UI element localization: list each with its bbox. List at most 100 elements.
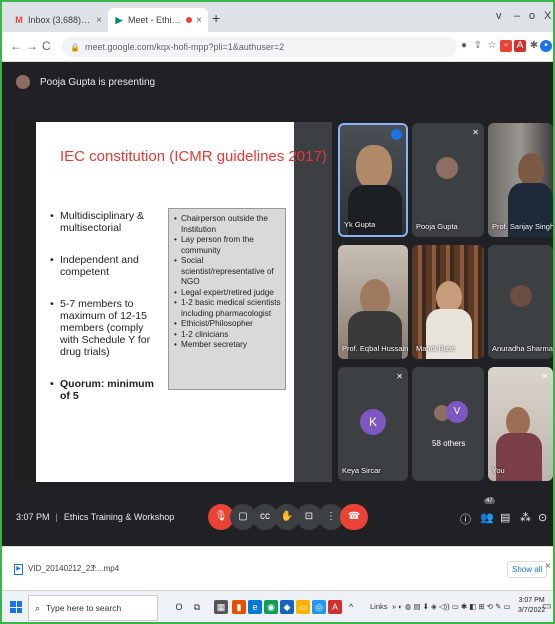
- download-file-name[interactable]: VID_20140212_23....mp4: [28, 564, 119, 573]
- cortana-icon[interactable]: O: [172, 600, 186, 614]
- participant-tile-eqbal-hussain[interactable]: Prof. Eqbal Hussain ...: [338, 245, 408, 359]
- participant-name: You: [492, 466, 505, 475]
- box-item: Chairperson outside the Institution: [173, 214, 281, 235]
- slide-bullet: Quorum: minimum of 5: [50, 378, 165, 402]
- participant-name: Prof. Eqbal Hussain ...: [342, 344, 408, 353]
- extension-icon[interactable]: ▫: [500, 40, 512, 52]
- participant-name: Anuradha Sharma (P...: [492, 344, 553, 353]
- slide-bullet-list: Multidisciplinary & multisectorial Indep…: [50, 210, 165, 422]
- tab-gmail[interactable]: M Inbox (3,688) - drpopli@jmi.ac.in ×: [8, 8, 108, 32]
- avatar: [510, 285, 532, 307]
- acrobat-icon[interactable]: A: [328, 600, 342, 614]
- close-tab-icon[interactable]: ×: [96, 15, 102, 26]
- box-item: Legal expert/retired judge: [173, 288, 281, 299]
- activities-icon[interactable]: ⁂: [520, 511, 531, 524]
- presenting-banner: Pooja Gupta is presenting: [2, 62, 553, 102]
- info-icon[interactable]: ⓘ: [460, 511, 471, 527]
- participant-face: [518, 153, 544, 187]
- notifications-icon[interactable]: ▭: [542, 601, 551, 612]
- taskbar-search-input[interactable]: ⌕ Type here to search: [28, 595, 158, 621]
- share-icon[interactable]: ⇪: [472, 40, 484, 52]
- participant-tile-sanjay-singh[interactable]: Prof. Sanjay Singh (...: [488, 123, 553, 237]
- slide-bullet: 5-7 members to maximum of 12-15 members …: [50, 298, 165, 358]
- camera-indicator-icon[interactable]: ●: [458, 40, 470, 52]
- file-explorer-icon[interactable]: ▭: [296, 600, 310, 614]
- recording-dot-icon: [186, 17, 193, 23]
- overflow-icon[interactable]: ^: [344, 600, 358, 614]
- back-icon[interactable]: ←: [10, 39, 22, 53]
- box-item: Social scientist/representative of NGO: [173, 256, 281, 288]
- pdf-extension-icon[interactable]: A: [514, 40, 526, 52]
- url-text: meet.google.com/kqx-hofi-mpp?pli=1&authu…: [84, 42, 285, 52]
- leave-call-button[interactable]: ☎: [340, 504, 368, 530]
- meet-icon: ▶: [115, 15, 123, 25]
- participant-tile-pooja-gupta[interactable]: ✕ Pooja Gupta: [412, 123, 484, 237]
- system-tray-icons[interactable]: » ◐ ◍ ▤ ⬇ ◈ ◁)) ▭ ✱ ◧ ⊞ ⟲ ✎ ▭: [392, 602, 511, 611]
- address-bar-row: ← → C 🔒 meet.google.com/kqx-hofi-mpp?pli…: [2, 32, 553, 62]
- chrome-icon[interactable]: ◉: [264, 600, 278, 614]
- meeting-info: 3:07 PM | Ethics Training & Workshop: [16, 512, 175, 522]
- presenter-avatar: [16, 75, 30, 89]
- speaking-indicator-icon: [391, 129, 402, 140]
- chat-icon[interactable]: ▤: [500, 511, 510, 524]
- new-tab-button[interactable]: +: [212, 10, 220, 26]
- minimize-button[interactable]: –: [514, 10, 520, 22]
- search-icon: ⌕: [35, 602, 41, 613]
- participant-suit: [348, 185, 402, 235]
- avatar: [436, 157, 458, 179]
- puzzle-extensions-icon[interactable]: ✱: [528, 40, 540, 52]
- participant-face: [356, 145, 392, 189]
- restore-button[interactable]: o: [529, 10, 535, 22]
- participant-tile-others[interactable]: V 58 others: [412, 367, 484, 481]
- avatar: K: [360, 409, 386, 435]
- meet-control-bar: 3:07 PM | Ethics Training & Workshop 🎙 ▢ c…: [2, 492, 553, 546]
- tab-meet[interactable]: ▶ Meet - Ethics Training & Wo ×: [108, 8, 208, 32]
- tab-gmail-label: Inbox (3,688) - drpopli@jmi.ac.in: [28, 15, 92, 25]
- windows-start-icon[interactable]: [10, 601, 22, 613]
- meeting-time: 3:07 PM: [16, 512, 50, 522]
- people-icon[interactable]: 👥: [480, 511, 494, 524]
- avatar: V: [446, 401, 468, 423]
- app-icon[interactable]: e: [248, 600, 262, 614]
- host-controls-icon[interactable]: ⊙: [538, 511, 547, 524]
- meeting-name: Ethics Training & Workshop: [63, 512, 175, 522]
- app-icon[interactable]: ▮: [232, 600, 246, 614]
- participant-tile-mahdi-rizvi[interactable]: Mahdi Rizvi: [412, 245, 484, 359]
- participant-tile-anuradha-sharma[interactable]: Anuradha Sharma (P...: [488, 245, 553, 359]
- windows-taskbar: ⌕ Type here to search O ⧉ ▦ ▮ e ◉ ◆ ▭ ◎ …: [2, 590, 553, 622]
- mic-muted-icon: ✕: [396, 372, 403, 381]
- links-toolbar[interactable]: Links: [370, 602, 388, 611]
- app-icon[interactable]: ◎: [312, 600, 326, 614]
- participant-name: Pooja Gupta: [416, 222, 458, 231]
- video-file-icon: ▶: [14, 564, 23, 575]
- participant-tile-you[interactable]: ✕ You: [488, 367, 553, 481]
- close-window-button[interactable]: X: [544, 10, 551, 22]
- download-shelf: ▶ VID_20140212_23....mp4 ^ Show all ×: [2, 546, 553, 590]
- tab-search-icon[interactable]: v: [496, 10, 502, 22]
- chevron-up-icon[interactable]: ^: [92, 563, 96, 573]
- participant-count-badge: 47: [484, 498, 495, 504]
- app-icon[interactable]: ▦: [214, 600, 228, 614]
- others-count: 58 others: [432, 439, 466, 448]
- close-shelf-icon[interactable]: ×: [545, 561, 551, 572]
- participant-name: Mahdi Rizvi: [416, 344, 455, 353]
- app-icon[interactable]: ◆: [280, 600, 294, 614]
- profile-avatar[interactable]: •: [540, 40, 552, 52]
- task-view-icon[interactable]: ⧉: [190, 600, 204, 614]
- tab-meet-label: Meet - Ethics Training & Wo: [128, 15, 183, 25]
- url-field[interactable]: 🔒 meet.google.com/kqx-hofi-mpp?pli=1&aut…: [62, 37, 457, 57]
- forward-icon[interactable]: →: [26, 39, 38, 53]
- participant-tile-keya-sircar[interactable]: K ✕ Keya Sircar: [338, 367, 408, 481]
- box-item: 1-2 clinicians: [173, 330, 281, 341]
- slide-title: IEC constitution (ICMR guidelines 2017): [60, 148, 327, 165]
- presentation-slide: IEC constitution (ICMR guidelines 2017) …: [36, 122, 327, 482]
- show-all-button[interactable]: Show all: [507, 561, 548, 578]
- bookmark-star-icon[interactable]: ☆: [486, 40, 498, 52]
- slide-members-box: Chairperson outside the Institution Lay …: [168, 208, 286, 390]
- reload-icon[interactable]: C: [42, 39, 51, 53]
- lock-icon: 🔒: [70, 42, 80, 52]
- close-tab-icon[interactable]: ×: [196, 15, 202, 26]
- box-item: 1-2 basic medical scientists including p…: [173, 298, 281, 319]
- participant-tile-yk-gupta[interactable]: Yk Gupta: [338, 123, 408, 237]
- box-item: Ethicist/Philosopher: [173, 319, 281, 330]
